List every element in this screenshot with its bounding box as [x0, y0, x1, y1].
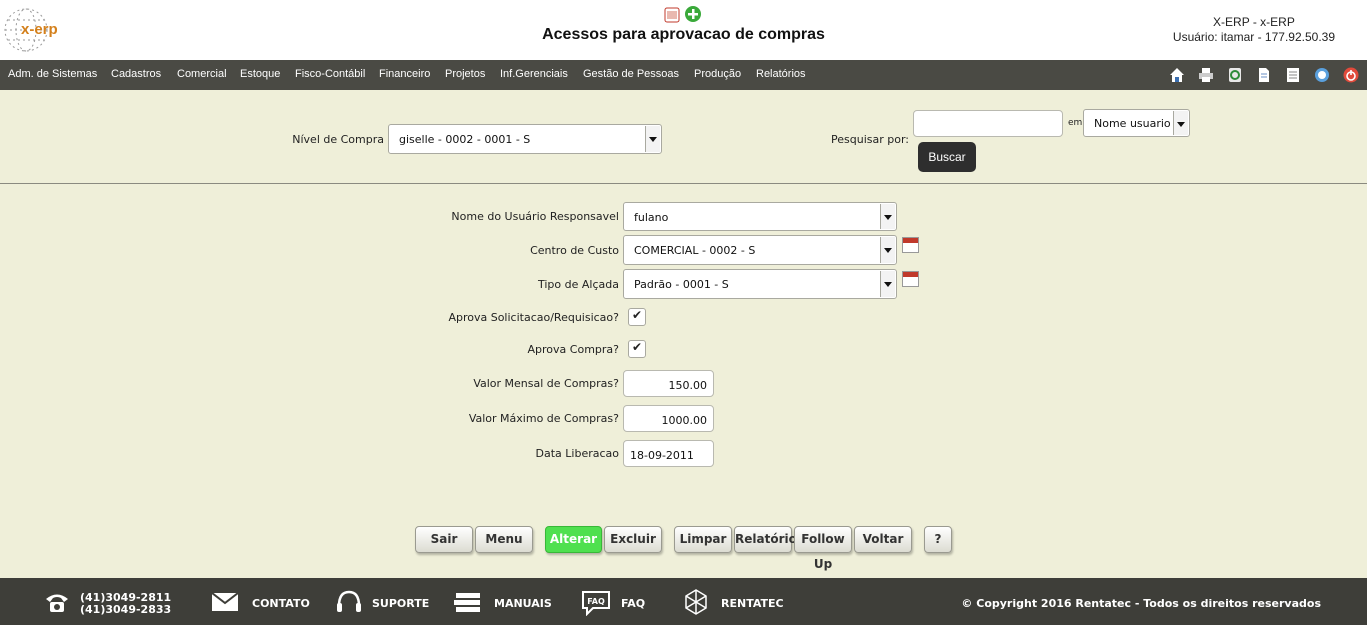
rentatec-link[interactable]: RENTATEC [721, 597, 784, 610]
books-icon[interactable] [454, 591, 482, 613]
page-title: Acessos para aprovacao de compras [542, 26, 825, 43]
data-liberacao-value: 18-09-2011 [630, 449, 694, 462]
chevron-down-icon[interactable] [880, 237, 895, 263]
aprova-solicitacao-checkbox[interactable]: ✔ [628, 308, 646, 326]
pesquisar-label: Pesquisar por: [831, 133, 909, 146]
menu-item-relatorios[interactable]: Relatórios [756, 68, 806, 80]
menu-item-gestao-pessoas[interactable]: Gestão de Pessoas [583, 68, 679, 80]
buscar-button[interactable]: Buscar [918, 142, 976, 172]
search-field-select[interactable]: Nome usuario [1083, 109, 1190, 137]
menu-item-inf-gerenciais[interactable]: Inf.Gerenciais [500, 68, 568, 80]
calendar-icon[interactable] [902, 237, 919, 253]
data-liberacao-input[interactable]: 18-09-2011 [623, 440, 714, 467]
export-icon[interactable] [664, 7, 680, 23]
menu-item-financeiro[interactable]: Financeiro [379, 68, 430, 80]
valor-mensal-label: Valor Mensal de Compras? [473, 377, 619, 390]
faq-icon[interactable]: FAQ [581, 590, 611, 616]
nivel-compra-label: Nível de Compra [292, 133, 384, 146]
divider [0, 183, 1367, 184]
headset-icon[interactable] [336, 590, 362, 614]
chevron-down-icon[interactable] [1173, 111, 1188, 135]
tipo-alcada-value: Padrão - 0001 - S [634, 278, 729, 291]
search-field-value: Nome usuario [1094, 117, 1171, 130]
tipo-alcada-label: Tipo de Alçada [538, 278, 619, 291]
home-icon[interactable] [1169, 67, 1185, 83]
document-icon[interactable] [1256, 67, 1272, 83]
centro-custo-label: Centro de Custo [530, 244, 619, 257]
calendar-icon[interactable] [902, 271, 919, 287]
menu-item-producao[interactable]: Produção [694, 68, 741, 80]
user-info: X-ERP - x-ERP Usuário: itamar - 177.92.5… [1173, 15, 1335, 45]
sair-button[interactable]: Sair [415, 526, 473, 553]
valor-maximo-label: Valor Máximo de Compras? [468, 412, 619, 425]
faq-link[interactable]: FAQ [621, 597, 645, 610]
menu-bar: Adm. de Sistemas Cadastros Comercial Est… [0, 60, 1367, 90]
em-label: em [1068, 118, 1083, 128]
valor-mensal-value: 150.00 [668, 379, 708, 392]
help-icon[interactable] [1314, 67, 1330, 83]
menu-item-cadastros[interactable]: Cadastros [111, 68, 161, 80]
printer-icon[interactable] [1198, 67, 1214, 83]
valor-mensal-input[interactable]: 150.00 [623, 370, 714, 397]
network-icon[interactable] [682, 588, 710, 616]
help-button[interactable]: ? [924, 526, 952, 553]
user-name: Usuário: itamar - 177.92.50.39 [1172, 30, 1335, 44]
alterar-button[interactable]: Alterar [545, 526, 602, 553]
aprova-compra-checkbox[interactable]: ✔ [628, 340, 646, 358]
excluir-button[interactable]: Excluir [604, 526, 662, 553]
chevron-down-icon[interactable] [880, 271, 895, 297]
menu-item-comercial[interactable]: Comercial [177, 68, 227, 80]
header: x-erp Acessos para aprovacao de compras … [0, 0, 1367, 60]
limpar-button[interactable]: Limpar [674, 526, 732, 553]
nivel-compra-select[interactable]: giselle - 0002 - 0001 - S [388, 124, 662, 154]
chevron-down-icon[interactable] [645, 126, 660, 152]
menu-button[interactable]: Menu [475, 526, 533, 553]
aprova-solicitacao-label: Aprova Solicitacao/Requisicao? [448, 311, 619, 324]
checkmark-icon: ✔ [632, 340, 643, 354]
centro-custo-select[interactable]: COMERCIAL - 0002 - S [623, 235, 897, 265]
report-icon[interactable] [1285, 67, 1301, 83]
menu-item-adm-sistemas[interactable]: Adm. de Sistemas [8, 68, 97, 80]
nivel-compra-value: giselle - 0002 - 0001 - S [399, 133, 531, 146]
contato-link[interactable]: CONTATO [252, 597, 310, 610]
copyright: © Copyright 2016 Rentatec - Todos os dir… [961, 597, 1321, 610]
aprova-compra-label: Aprova Compra? [527, 343, 619, 356]
phone-icon [46, 594, 68, 612]
voltar-button[interactable]: Voltar [854, 526, 912, 553]
tipo-alcada-select[interactable]: Padrão - 0001 - S [623, 269, 897, 299]
menu-item-projetos[interactable]: Projetos [445, 68, 485, 80]
power-icon[interactable] [1343, 67, 1359, 83]
relatorio-button[interactable]: Relatório [734, 526, 797, 553]
system-name: X-ERP - x-ERP [1213, 15, 1295, 29]
usuario-select[interactable]: fulano [623, 202, 897, 231]
valor-maximo-value: 1000.00 [661, 414, 708, 427]
menu-item-fisco-contabil[interactable]: Fisco-Contábil [295, 68, 365, 80]
add-icon[interactable] [685, 6, 701, 22]
menu-item-estoque[interactable]: Estoque [240, 68, 280, 80]
svg-text:FAQ: FAQ [587, 597, 605, 606]
recycle-icon[interactable] [1227, 67, 1243, 83]
valor-maximo-input[interactable]: 1000.00 [623, 405, 714, 432]
data-liberacao-label: Data Liberacao [535, 447, 619, 460]
centro-custo-value: COMERCIAL - 0002 - S [634, 244, 756, 257]
mail-icon[interactable] [212, 593, 238, 611]
manuais-link[interactable]: MANUAIS [494, 597, 552, 610]
chevron-down-icon[interactable] [880, 204, 895, 229]
suporte-link[interactable]: SUPORTE [372, 597, 429, 610]
follow-up-button[interactable]: Follow Up [794, 526, 852, 571]
footer: (41)3049-2811 (41)3049-2833 CONTATO SUPO… [0, 578, 1367, 625]
search-input[interactable] [913, 110, 1063, 137]
usuario-value: fulano [634, 211, 669, 224]
usuario-label: Nome do Usuário Responsavel [451, 210, 619, 223]
phone-2: (41)3049-2833 [80, 603, 172, 616]
checkmark-icon: ✔ [632, 308, 643, 322]
